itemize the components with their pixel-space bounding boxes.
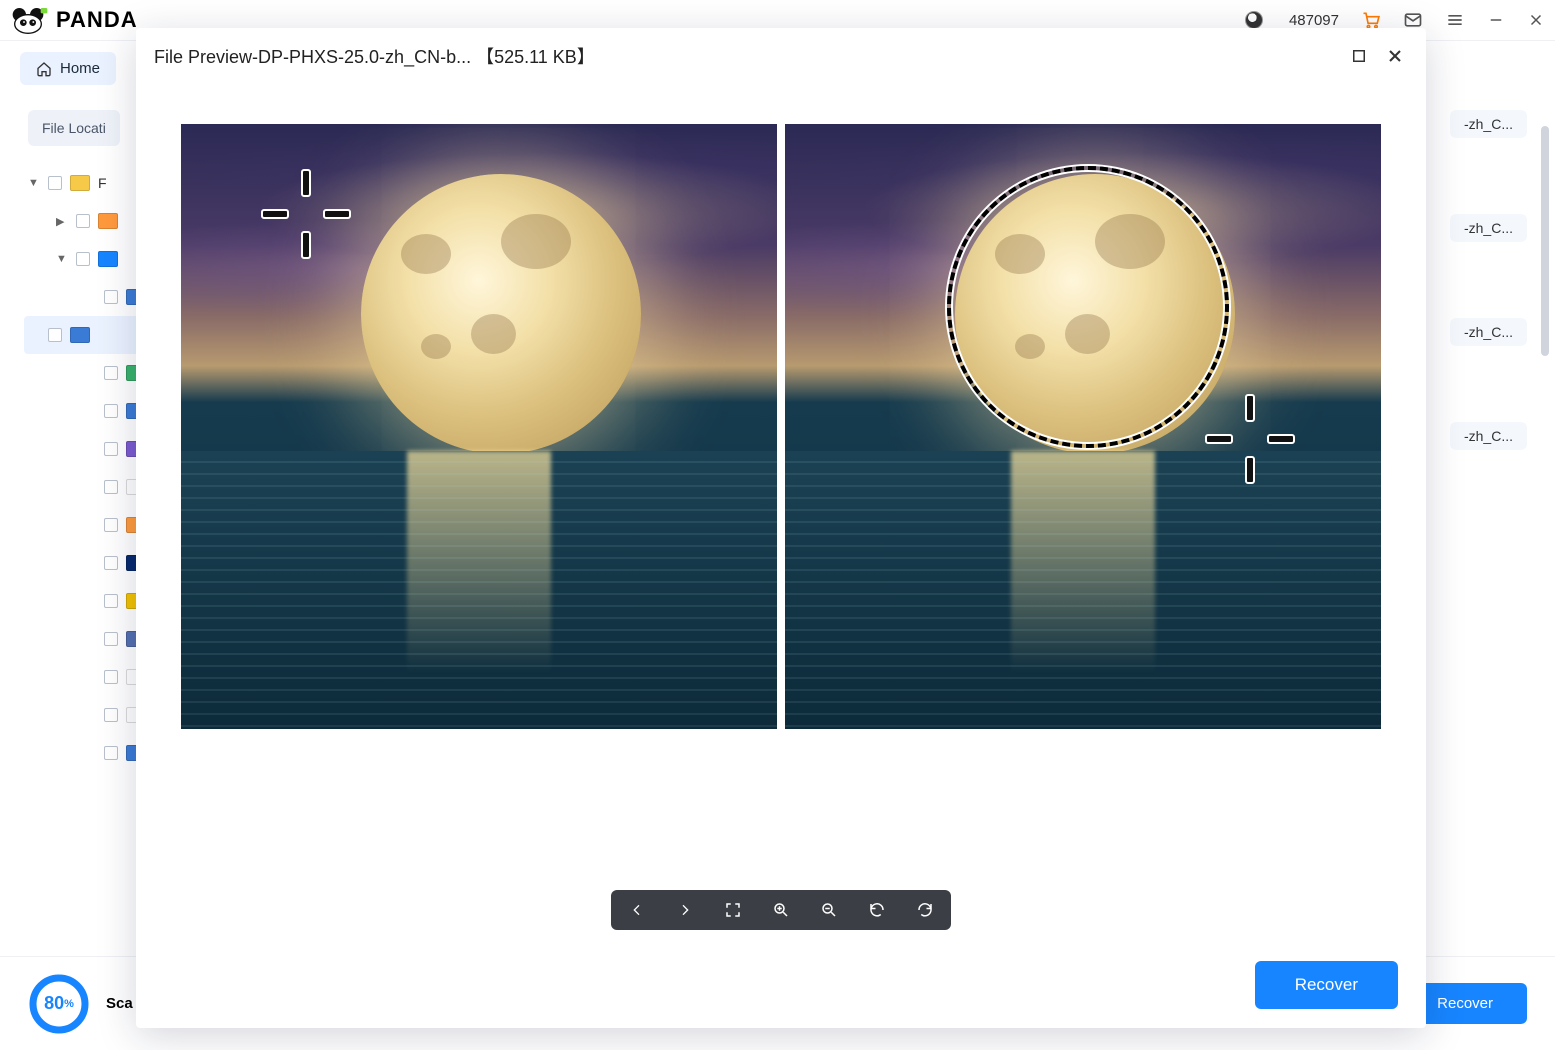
checkbox[interactable] [104,632,118,646]
scan-progress: 80% [28,973,90,1035]
result-card[interactable]: -zh_C... [1450,318,1527,346]
mail-icon[interactable] [1403,10,1423,30]
rotate-ccw-icon [868,901,886,919]
rotate-ccw-button[interactable] [865,898,889,922]
chevron-left-icon [629,902,645,918]
checkbox[interactable] [104,556,118,570]
preview-image [181,124,1381,729]
preview-image-left-pane [181,124,777,729]
file-type-icon [98,213,118,229]
checkbox[interactable] [104,746,118,760]
file-preview-modal: File Preview-DP-PHXS-25.0-zh_CN-b... 【52… [136,28,1426,1028]
recover-button[interactable]: Recover [1255,961,1398,1009]
chevron-icon: ▼ [56,253,68,265]
cart-icon[interactable] [1361,10,1381,30]
zoom-in-icon [772,901,790,919]
checkbox[interactable] [104,366,118,380]
preview-image-right-pane [785,124,1381,729]
rotate-cw-button[interactable] [913,898,937,922]
chevron-icon: ▶ [56,215,68,228]
prev-button[interactable] [625,898,649,922]
file-location-chip[interactable]: File Locati [28,110,120,146]
file-type-icon [70,175,90,191]
magic-wand-cursor-icon [1205,394,1295,484]
preview-title: File Preview-DP-PHXS-25.0-zh_CN-b... 【52… [154,43,1336,69]
maximize-icon [1350,47,1368,65]
checkbox[interactable] [104,290,118,304]
app-logo: PANDA [10,5,138,35]
zoom-out-icon [820,901,838,919]
fullscreen-icon [724,901,742,919]
magic-wand-cursor-icon [261,169,351,259]
avatar[interactable] [1245,11,1263,29]
selection-ring-icon [947,166,1229,448]
checkbox[interactable] [48,328,62,342]
checkbox[interactable] [104,404,118,418]
next-button[interactable] [673,898,697,922]
zoom-in-button[interactable] [769,898,793,922]
result-card[interactable]: -zh_C... [1450,422,1527,450]
preview-footer: Recover [136,942,1426,1028]
zoom-out-button[interactable] [817,898,841,922]
result-card[interactable]: -zh_C... [1450,214,1527,242]
fullscreen-button[interactable] [721,898,745,922]
checkbox[interactable] [76,252,90,266]
checkbox[interactable] [104,594,118,608]
modal-backdrop: File Preview-DP-PHXS-25.0-zh_CN-b... 【52… [0,0,1555,1050]
window-close-icon[interactable] [1527,11,1545,29]
checkbox[interactable] [104,670,118,684]
checkbox[interactable] [48,176,62,190]
home-button[interactable]: Home [20,52,116,85]
chevron-right-icon [677,902,693,918]
maximize-button[interactable] [1346,43,1372,69]
menu-icon[interactable] [1445,10,1465,30]
checkbox[interactable] [104,708,118,722]
preview-body [136,84,1426,942]
checkbox[interactable] [104,442,118,456]
progress-unit: % [64,998,74,1010]
brand-text: PANDA [56,7,138,33]
home-icon [36,61,52,77]
result-card[interactable]: -zh_C... [1450,110,1527,138]
scrollbar[interactable] [1541,126,1549,356]
close-button[interactable] [1382,43,1408,69]
tree-label: F [98,175,107,191]
checkbox[interactable] [76,214,90,228]
checkbox[interactable] [104,480,118,494]
home-label: Home [60,60,100,77]
rotate-cw-icon [916,901,934,919]
file-type-icon [70,327,90,343]
scan-label: Sca [106,995,133,1012]
user-id: 487097 [1289,12,1339,29]
checkbox[interactable] [104,518,118,532]
close-icon [1385,46,1405,66]
chevron-icon: ▼ [28,177,40,189]
preview-header: File Preview-DP-PHXS-25.0-zh_CN-b... 【52… [136,28,1426,84]
preview-toolbar [611,890,951,930]
window-minimize-icon[interactable] [1487,11,1505,29]
file-type-icon [98,251,118,267]
progress-value: 80 [44,993,64,1014]
